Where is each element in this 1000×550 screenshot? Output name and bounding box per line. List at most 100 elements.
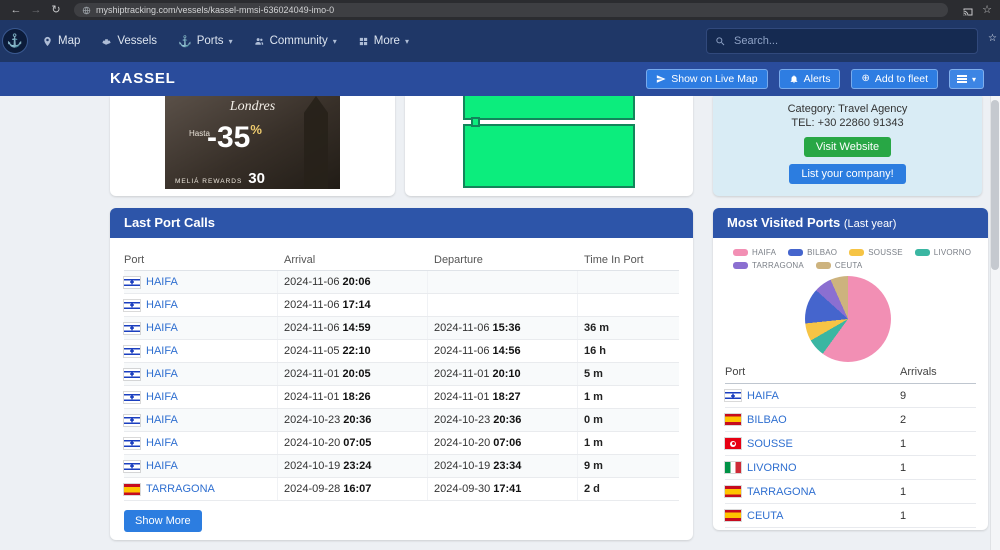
- time-in-port-cell: [578, 271, 679, 293]
- arrival-cell: 2024-11-06 17:14: [278, 294, 428, 316]
- departure-cell: 2024-11-06 15:36: [428, 317, 578, 339]
- show-more-button[interactable]: Show More: [124, 510, 202, 532]
- legend-item[interactable]: BILBAO: [788, 248, 837, 257]
- ad-card: Londres Hasta -35% MELIÁ REWARDS 30: [110, 96, 395, 196]
- arrivals-count: 1: [900, 461, 907, 474]
- list-your-company-button[interactable]: List your company!: [789, 164, 906, 184]
- address-bar[interactable]: myshiptracking.com/vessels/kassel-mmsi-6…: [74, 3, 949, 17]
- fleet-menu-button[interactable]: ▾: [948, 69, 984, 89]
- table-row: TARRAGONA 1: [725, 480, 976, 504]
- ship-icon: [102, 38, 111, 45]
- legend-swatch: [788, 249, 804, 256]
- show-on-live-map-button[interactable]: Show on Live Map: [646, 69, 768, 89]
- table-row: LIVORNO 1: [725, 456, 976, 480]
- arrival-cell: 2024-11-05 22:10: [278, 340, 428, 362]
- flag-icon: [124, 299, 140, 311]
- flag-icon: [124, 483, 140, 495]
- arrival-cell: 2024-11-06 14:59: [278, 317, 428, 339]
- port-link[interactable]: HAIFA: [146, 391, 178, 403]
- bookmark-star-icon[interactable]: ☆: [982, 0, 992, 20]
- port-link[interactable]: HAIFA: [146, 460, 178, 472]
- site-logo[interactable]: ⚓: [2, 28, 28, 54]
- time-in-port-cell: [578, 294, 679, 316]
- table-row: HAIFA 2024-10-23 20:36 2024-10-23 20:36 0 …: [124, 409, 679, 432]
- flag-icon: [725, 462, 741, 473]
- port-link[interactable]: HAIFA: [146, 299, 178, 311]
- agent-info-card: Category: Travel Agency TEL: +30 22860 9…: [713, 96, 982, 196]
- company-category: Category: Travel Agency: [787, 103, 908, 115]
- pie-chart: [805, 276, 891, 362]
- port-link[interactable]: HAIFA: [146, 345, 178, 357]
- arrival-cell: 2024-11-06 20:06: [278, 271, 428, 293]
- browser-chrome: ← → ↻ myshiptracking.com/vessels/kassel-…: [0, 0, 1000, 20]
- nav-item-map[interactable]: Map: [42, 35, 80, 47]
- arrival-cell: 2024-11-01 20:05: [278, 363, 428, 385]
- search-box[interactable]: [706, 28, 978, 54]
- legend-item[interactable]: TARRAGONA: [733, 261, 804, 270]
- reload-icon[interactable]: ↻: [48, 0, 64, 20]
- flag-icon: [124, 276, 140, 288]
- table-row: HAIFA 2024-11-06 17:14: [124, 294, 679, 317]
- departure-cell: 2024-11-01 18:27: [428, 386, 578, 408]
- departure-cell: 2024-11-06 14:56: [428, 340, 578, 362]
- table-row: HAIFA 9: [725, 384, 976, 408]
- table-row: HAIFA 2024-10-19 23:24 2024-10-19 23:34 9 …: [124, 455, 679, 478]
- legend-item[interactable]: SOUSSE: [849, 248, 903, 257]
- table-row: HAIFA 2024-11-01 20:05 2024-11-01 20:10 5 …: [124, 363, 679, 386]
- legend-item[interactable]: HAIFA: [733, 248, 776, 257]
- port-link[interactable]: TARRAGONA: [747, 486, 816, 498]
- forward-icon[interactable]: →: [28, 0, 44, 20]
- flag-icon: [725, 438, 741, 449]
- port-link[interactable]: TARRAGONA: [146, 483, 215, 495]
- arrival-cell: 2024-09-28 16:07: [278, 478, 428, 500]
- port-link[interactable]: HAIFA: [146, 437, 178, 449]
- port-link[interactable]: BILBAO: [747, 414, 787, 426]
- back-icon[interactable]: ←: [8, 0, 24, 20]
- departure-cell: [428, 294, 578, 316]
- search-icon: [716, 36, 725, 45]
- port-link[interactable]: CEUTA: [747, 510, 783, 522]
- legend-item[interactable]: CEUTA: [815, 261, 863, 270]
- port-link[interactable]: HAIFA: [146, 414, 178, 426]
- arrivals-count: 2: [900, 413, 907, 426]
- scrollbar-thumb[interactable]: [991, 100, 999, 270]
- nav-item-ports[interactable]: ⚓ Ports ▾: [178, 35, 233, 48]
- flag-icon: [124, 460, 140, 472]
- port-link[interactable]: HAIFA: [146, 322, 178, 334]
- table-row: SOUSSE 1: [725, 432, 976, 456]
- port-link[interactable]: HAIFA: [747, 390, 779, 402]
- page-title: KASSEL: [110, 70, 176, 87]
- hamburger-icon: [956, 78, 967, 80]
- flag-icon: [124, 391, 140, 403]
- search-input[interactable]: [732, 34, 969, 48]
- legend-swatch: [733, 262, 748, 269]
- alerts-button[interactable]: Alerts: [778, 69, 841, 89]
- ad-banner[interactable]: Londres Hasta -35% MELIÁ REWARDS 30: [165, 96, 340, 189]
- legend-item[interactable]: LIVORNO: [914, 248, 971, 257]
- nav-label: Community: [269, 35, 328, 47]
- table-row: TARRAGONA 2024-09-28 16:07 2024-09-30 17:4…: [124, 478, 679, 501]
- port-link[interactable]: HAIFA: [146, 368, 178, 380]
- legend-swatch: [914, 249, 930, 256]
- grid-icon: [359, 37, 367, 45]
- port-link[interactable]: LIVORNO: [747, 462, 797, 474]
- port-link[interactable]: SOUSSE: [747, 438, 793, 450]
- scrollbar-track[interactable]: [990, 96, 1000, 550]
- cast-icon[interactable]: [962, 2, 974, 18]
- chevron-down-icon: ▾: [971, 74, 976, 84]
- ad-brand: MELIÁ REWARDS 30: [175, 170, 265, 187]
- table-row: HAIFA 2024-10-20 07:05 2024-10-20 07:06 1 …: [124, 432, 679, 455]
- ad-title: Londres: [229, 99, 276, 114]
- visit-website-button[interactable]: Visit Website: [803, 137, 892, 157]
- port-link[interactable]: HAIFA: [146, 276, 178, 288]
- star-icon[interactable]: ☆: [988, 33, 997, 44]
- time-in-port-cell: 1 m: [584, 437, 603, 449]
- departure-cell: 2024-10-23 20:36: [428, 409, 578, 431]
- add-to-fleet-button[interactable]: ⊕ Add to fleet: [851, 69, 938, 89]
- arrivals-count: 9: [900, 389, 907, 402]
- nav-item-more[interactable]: More ▾: [358, 35, 409, 47]
- nav-item-community[interactable]: Community ▾: [254, 35, 337, 47]
- chart-legend: HAIFA BILBAO SOUSSE LIVORNO TARRAGONA CE…: [733, 248, 971, 274]
- legend-swatch: [733, 249, 748, 256]
- nav-item-vessels[interactable]: Vessels: [101, 35, 157, 47]
